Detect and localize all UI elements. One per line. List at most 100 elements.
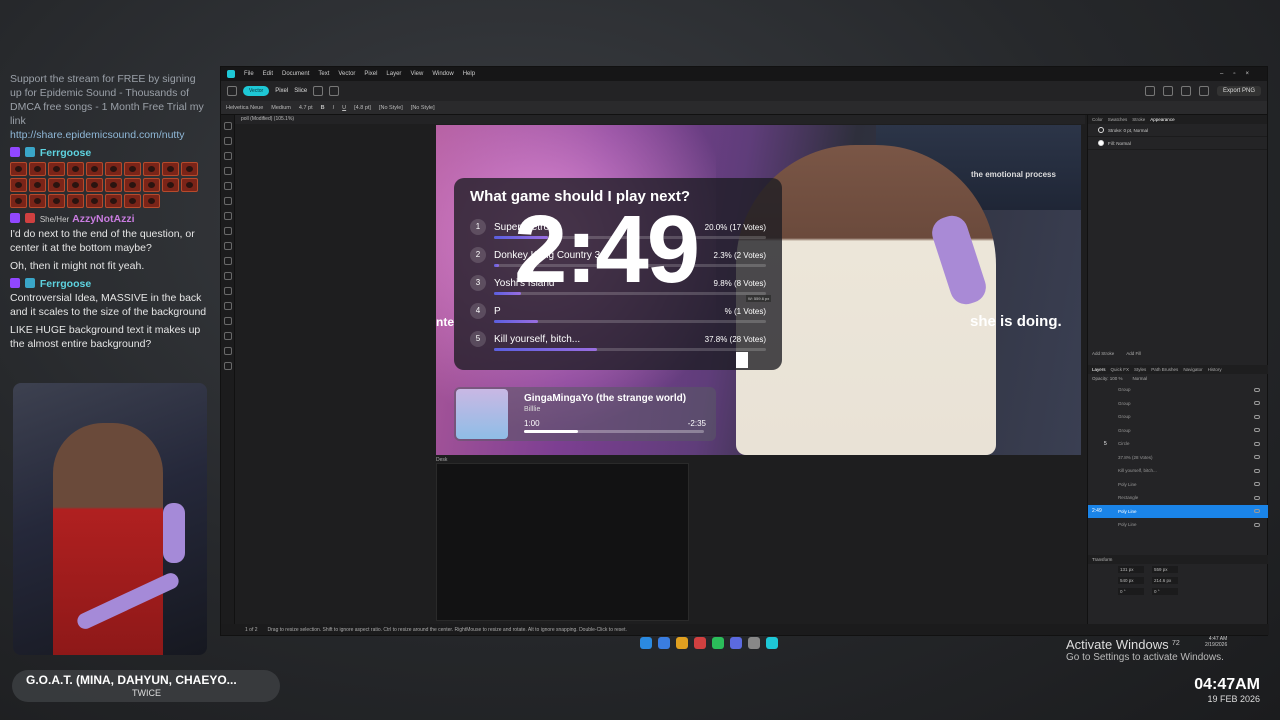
visibility-eye-icon[interactable] [1254, 414, 1260, 419]
eyedropper-icon[interactable] [223, 332, 232, 340]
blend-mode-select[interactable]: Normal [1133, 376, 1148, 381]
spotify-icon[interactable] [712, 637, 724, 649]
menu-text[interactable]: Text [318, 71, 329, 77]
tab-appearance[interactable]: Appearance [1150, 117, 1174, 122]
point-transform-icon[interactable] [223, 152, 232, 160]
boolean-icon[interactable] [1180, 86, 1191, 96]
chat-username[interactable]: Ferrgoose [40, 147, 91, 159]
visibility-eye-icon[interactable] [1254, 401, 1260, 406]
start-icon[interactable] [640, 637, 652, 649]
add-stroke-button[interactable]: Add Stroke [1092, 351, 1114, 356]
font-weight-select[interactable]: Medium [271, 105, 291, 111]
layer-row[interactable]: Group [1088, 424, 1268, 438]
brush-tool-icon[interactable] [223, 212, 232, 220]
visibility-eye-icon[interactable] [1254, 495, 1260, 500]
text-tool-icon[interactable] [223, 317, 232, 325]
pixel-persona-button[interactable]: Pixel [275, 88, 288, 94]
arrange-icon[interactable] [1144, 86, 1155, 96]
page-indicator[interactable]: 1 of 2 [245, 627, 258, 633]
shear-field[interactable]: 0 ° [1152, 588, 1178, 595]
document-tab[interactable]: poll (Modified) (105.1%) [235, 115, 1085, 124]
appearance-fill-row[interactable]: Fill: Normal [1088, 137, 1267, 150]
visibility-eye-icon[interactable] [1254, 522, 1260, 527]
corner-tool-icon[interactable] [223, 167, 232, 175]
h-field[interactable]: 214.6 px [1152, 577, 1178, 584]
transparency-tool-icon[interactable] [223, 257, 232, 265]
chat-username[interactable]: AzzyNotAzzi [72, 213, 134, 225]
opacity-field[interactable]: Opacity: 100 % [1092, 376, 1123, 381]
layer-row[interactable]: Rectangle [1088, 491, 1268, 505]
visibility-eye-icon[interactable] [1254, 482, 1260, 487]
tab-layers[interactable]: Layers [1092, 367, 1106, 372]
system-clock[interactable]: 4:47 AM 2/19/2026 [1205, 636, 1227, 648]
transform-icon[interactable] [1198, 86, 1209, 96]
add-fill-button[interactable]: Add Fill [1126, 351, 1141, 356]
hand-tool-icon[interactable] [223, 347, 232, 355]
visibility-eye-icon[interactable] [1254, 455, 1260, 460]
paragraph-style-select[interactable]: [No Style] [379, 105, 403, 111]
menu-window[interactable]: Window [432, 71, 453, 77]
bold-icon[interactable]: B [321, 105, 325, 111]
tab-styles[interactable]: Styles [1134, 367, 1146, 372]
w-field[interactable]: 559 px [1152, 566, 1178, 573]
snapping-icon[interactable] [313, 86, 324, 96]
layer-row[interactable]: Kill yourself, bitch... [1088, 464, 1268, 478]
app-icon[interactable] [748, 637, 760, 649]
y-field[interactable]: 540 px [1118, 577, 1144, 584]
x-field[interactable]: 131 px [1118, 566, 1144, 573]
window-controls[interactable]: –▫× [1220, 71, 1259, 77]
visibility-eye-icon[interactable] [1254, 441, 1260, 446]
menu-edit[interactable]: Edit [263, 71, 273, 77]
countdown-timer[interactable]: 2:49 [514, 195, 700, 305]
tab-path-brushes[interactable]: Path Brushes [1151, 367, 1178, 372]
layer-row[interactable]: 5 Circle [1088, 437, 1268, 451]
tab-history[interactable]: History [1208, 367, 1222, 372]
menu-pixel[interactable]: Pixel [364, 71, 377, 77]
artboard-canvas[interactable]: the emotional process she is doing. nte … [436, 125, 1081, 455]
tab-color[interactable]: Color [1092, 117, 1103, 122]
isolate-icon[interactable] [329, 86, 340, 96]
underline-icon[interactable]: U [342, 105, 346, 111]
layer-row[interactable]: Group [1088, 383, 1268, 397]
font-family-select[interactable]: Helvetica Neue [226, 105, 263, 111]
leading-field[interactable]: [4.8 pt] [354, 105, 371, 111]
tab-quickfx[interactable]: Quick FX [1111, 367, 1130, 372]
visibility-eye-icon[interactable] [1254, 509, 1260, 514]
tab-stroke[interactable]: Stroke [1132, 117, 1145, 122]
crop-tool-icon[interactable] [223, 272, 232, 280]
affinity-taskbar-icon[interactable] [766, 637, 778, 649]
chat-username[interactable]: Ferrgoose [40, 278, 91, 290]
vector-persona-button[interactable]: Vector [243, 86, 270, 96]
pencil-tool-icon[interactable] [223, 197, 232, 205]
zoom-tool-icon[interactable] [223, 362, 232, 370]
layer-row[interactable]: 37.8% (28 Votes) [1088, 451, 1268, 465]
chat-promo-link[interactable]: http://share.epidemicsound.com/nutty [10, 128, 210, 142]
explorer-icon[interactable] [676, 637, 688, 649]
align-icon[interactable] [1162, 86, 1173, 96]
image-tool-icon[interactable] [223, 287, 232, 295]
appearance-stroke-row[interactable]: Stroke: 0 pt, Normal [1088, 124, 1267, 137]
visibility-eye-icon[interactable] [1254, 468, 1260, 473]
layer-row[interactable]: Poly Line [1088, 518, 1268, 532]
node-tool-icon[interactable] [223, 137, 232, 145]
menu-help[interactable]: Help [463, 71, 475, 77]
visibility-eye-icon[interactable] [1254, 387, 1260, 392]
tab-swatches[interactable]: Swatches [1108, 117, 1128, 122]
rotation-field[interactable]: 0 ° [1118, 588, 1144, 595]
layer-row[interactable]: Poly Line [1088, 478, 1268, 492]
layer-row[interactable]: Group [1088, 397, 1268, 411]
italic-icon[interactable]: I [333, 105, 335, 111]
export-png-button[interactable]: Export PNG [1216, 86, 1261, 96]
discord-icon[interactable] [730, 637, 742, 649]
fill-tool-icon[interactable] [223, 227, 232, 235]
character-style-select[interactable]: [No Style] [411, 105, 435, 111]
gradient-tool-icon[interactable] [223, 242, 232, 250]
pen-tool-icon[interactable] [223, 182, 232, 190]
menu-vector[interactable]: Vector [338, 71, 355, 77]
layer-row[interactable]: Group [1088, 410, 1268, 424]
chrome-icon[interactable] [694, 637, 706, 649]
menu-file[interactable]: File [244, 71, 254, 77]
visibility-eye-icon[interactable] [1254, 428, 1260, 433]
font-size-field[interactable]: 4.7 pt [299, 105, 313, 111]
slice-persona-button[interactable]: Slice [294, 88, 307, 94]
